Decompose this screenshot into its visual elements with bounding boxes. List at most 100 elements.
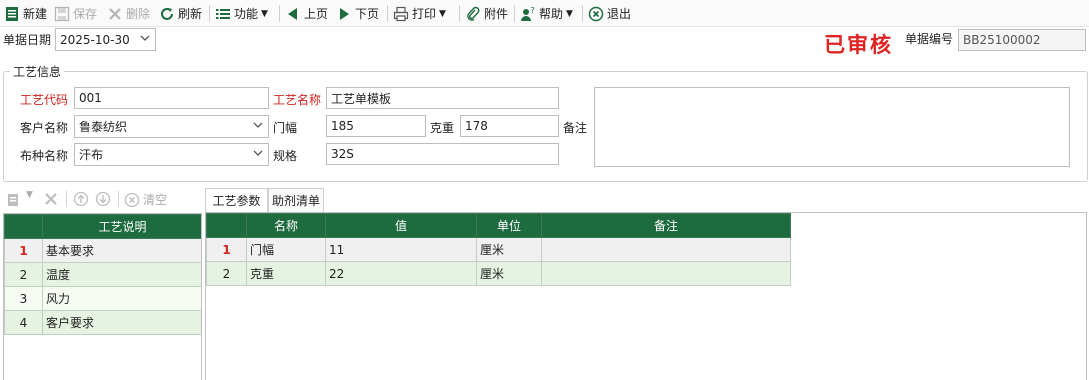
refresh-label: 刷新: [178, 7, 203, 21]
width-input[interactable]: 185: [326, 115, 426, 137]
next-label: 下页: [355, 7, 380, 21]
date-label: 单据日期: [3, 33, 52, 47]
delete-label: 删除: [126, 7, 151, 21]
customer-label: 客户名称: [20, 121, 69, 135]
function-label: 功能: [234, 7, 259, 21]
param-remark-cell[interactable]: [541, 261, 791, 286]
customer-select[interactable]: 鲁泰纺织: [74, 115, 269, 138]
column-header-value[interactable]: 值: [325, 213, 477, 238]
param-unit-cell[interactable]: 厘米: [476, 237, 542, 262]
list-icon: [215, 6, 231, 22]
param-name-cell[interactable]: 门幅: [246, 237, 326, 262]
table-row[interactable]: 1 门幅 11 厘米: [206, 237, 791, 262]
column-header-remark[interactable]: 备注: [541, 213, 791, 238]
width-value: 185: [331, 119, 354, 133]
chevron-down-icon: [253, 150, 263, 156]
new-button[interactable]: 新建: [4, 3, 47, 24]
clear-circle-x-icon: [124, 192, 140, 207]
new-document-icon: [4, 6, 20, 22]
delete-row-icon[interactable]: [43, 191, 59, 210]
craft-description-panel: 工艺说明 1 基本要求 2 温度 3 风力 4 客户要求: [3, 213, 202, 380]
table-row[interactable]: 3 风力: [4, 286, 201, 311]
table-row[interactable]: 4 客户要求: [4, 310, 201, 335]
craft-name-label: 工艺名称: [273, 93, 322, 107]
delete-x-icon: [107, 6, 123, 22]
row-number: 3: [4, 286, 43, 311]
table-row[interactable]: 2 克重 22 厘米: [206, 261, 791, 286]
help-menu-button[interactable]: ? 帮助 ▼: [520, 3, 573, 24]
craft-info-title: 工艺信息: [10, 63, 65, 80]
clear-button[interactable]: 清空: [124, 191, 167, 208]
craft-description-header[interactable]: 工艺说明: [42, 214, 201, 239]
exit-label: 退出: [607, 7, 632, 21]
add-row-icon[interactable]: [6, 192, 20, 211]
move-down-icon[interactable]: [95, 191, 111, 210]
left-subtoolbar: ▼ 清空: [6, 190, 204, 210]
dropdown-caret-icon[interactable]: ▼: [26, 190, 33, 200]
row-number: 1: [206, 237, 247, 262]
move-up-icon[interactable]: [73, 191, 89, 210]
attachment-button[interactable]: 附件: [465, 3, 508, 24]
date-picker[interactable]: 2025-10-30: [55, 28, 156, 51]
attachment-label: 附件: [484, 7, 509, 21]
description-cell[interactable]: 风力: [42, 286, 201, 311]
svg-text:?: ?: [531, 6, 535, 15]
customer-value: 鲁泰纺织: [79, 120, 128, 134]
craft-name-input[interactable]: 工艺单模板: [326, 87, 559, 109]
remark-textarea[interactable]: [594, 87, 1070, 167]
param-remark-cell[interactable]: [541, 237, 791, 262]
param-unit-cell[interactable]: 厘米: [476, 261, 542, 286]
save-button[interactable]: 保存: [54, 3, 97, 24]
function-menu-button[interactable]: 功能 ▼: [215, 3, 268, 24]
clear-label: 清空: [143, 193, 168, 207]
weight-label: 克重: [430, 121, 455, 135]
param-value-cell[interactable]: 11: [325, 237, 477, 262]
docno-label: 单据编号: [905, 32, 954, 46]
description-cell[interactable]: 客户要求: [42, 310, 201, 335]
exit-circle-x-icon: [588, 6, 604, 22]
prev-label: 上页: [304, 7, 329, 21]
param-value-cell[interactable]: 22: [325, 261, 477, 286]
print-label: 打印: [412, 7, 437, 21]
prev-page-button[interactable]: 上页: [285, 3, 328, 24]
table-row[interactable]: 1 基本要求: [4, 238, 201, 263]
column-header-unit[interactable]: 单位: [476, 213, 542, 238]
next-page-button[interactable]: 下页: [336, 3, 379, 24]
help-label: 帮助: [539, 7, 564, 21]
remark-label: 备注: [563, 121, 588, 135]
craft-description-table: 工艺说明 1 基本要求 2 温度 3 风力 4 客户要求: [4, 214, 201, 335]
row-number: 2: [4, 262, 43, 287]
fabric-select[interactable]: 汗布: [74, 143, 269, 166]
docno-field[interactable]: BB25100002: [958, 29, 1086, 51]
chevron-down-icon: [140, 35, 150, 41]
print-menu-button[interactable]: 打印 ▼: [393, 3, 446, 24]
dropdown-caret-icon: ▼: [439, 8, 446, 19]
docno-value: BB25100002: [963, 33, 1041, 47]
craft-params-panel: 名称 值 单位 备注 1 门幅 11 厘米 2 克重 22 厘米: [205, 212, 1087, 380]
row-number: 4: [4, 310, 43, 335]
row-number: 1: [4, 238, 43, 263]
fabric-value: 汗布: [79, 148, 104, 162]
table-row[interactable]: 2 温度: [4, 262, 201, 287]
weight-value: 178: [465, 119, 488, 133]
printer-icon: [393, 6, 409, 22]
column-header-name[interactable]: 名称: [246, 213, 326, 238]
spec-input[interactable]: 32S: [326, 143, 559, 165]
tab-chemical-list-label: 助剂清单: [271, 194, 320, 208]
craft-params-table: 名称 值 单位 备注 1 门幅 11 厘米 2 克重 22 厘米: [206, 213, 791, 286]
param-name-cell[interactable]: 克重: [246, 261, 326, 286]
save-label: 保存: [73, 7, 98, 21]
delete-button[interactable]: 删除: [107, 3, 150, 24]
refresh-button[interactable]: 刷新: [159, 3, 202, 24]
craft-code-input[interactable]: 001: [74, 87, 269, 109]
tab-craft-params[interactable]: 工艺参数: [205, 188, 268, 212]
save-icon: [54, 6, 70, 22]
description-cell[interactable]: 基本要求: [42, 238, 201, 263]
exit-button[interactable]: 退出: [588, 3, 631, 24]
corner-header-cell: [206, 213, 247, 238]
weight-input[interactable]: 178: [460, 115, 559, 137]
spec-label: 规格: [273, 149, 298, 163]
fabric-label: 布种名称: [20, 149, 69, 163]
tab-chemical-list[interactable]: 助剂清单: [268, 188, 324, 212]
description-cell[interactable]: 温度: [42, 262, 201, 287]
